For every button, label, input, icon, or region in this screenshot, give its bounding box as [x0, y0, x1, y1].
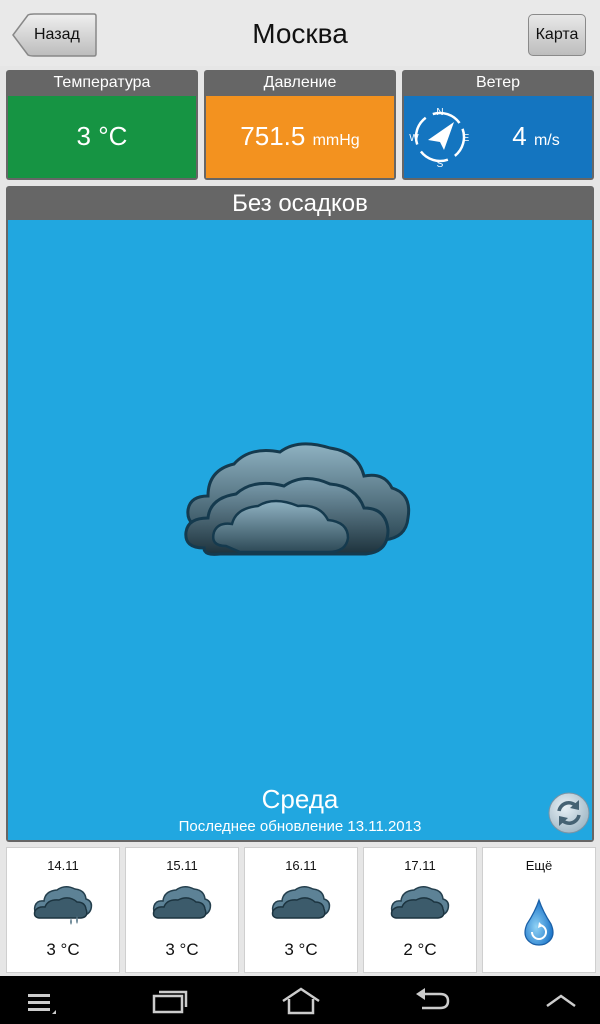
forecast-date: 14.11	[47, 858, 79, 873]
cloud-icon	[390, 886, 450, 919]
forecast-day[interactable]: 14.11 3 °C	[7, 848, 119, 972]
pressure-value: 751.5 mmHg	[240, 121, 360, 151]
svg-text:N: N	[436, 107, 443, 118]
current-weather-panel: Без осадков Среда Последнее обновление 1…	[6, 186, 594, 842]
app-header: Назад Москва Карта	[0, 0, 600, 66]
temperature-card: Температура 3 °C	[6, 70, 198, 180]
cloud-icon	[271, 886, 331, 919]
weekday-label: Среда	[261, 784, 339, 814]
pressure-caption: Давление	[263, 74, 337, 91]
forecast-day[interactable]: 17.11 2 °C	[364, 848, 476, 972]
last-updated-label: Последнее обновление 13.11.2013	[178, 818, 422, 835]
temperature-caption: Температура	[53, 74, 151, 91]
forecast-temp: 2 °C	[403, 940, 437, 959]
temperature-value: 3 °C	[76, 121, 128, 151]
recent-apps-icon[interactable]	[150, 988, 190, 1014]
forecast-day[interactable]: 15.11 3 °C	[126, 848, 238, 972]
pressure-panel: 751.5 mmHg	[206, 96, 394, 178]
refresh-icon	[548, 792, 590, 834]
more-label: Ещё	[525, 858, 553, 873]
current-weather-sky: Среда Последнее обновление 13.11.2013	[8, 220, 592, 840]
map-button[interactable]: Карта	[528, 14, 586, 56]
wind-value: 4 m/s	[512, 121, 560, 151]
refresh-button[interactable]	[548, 792, 590, 834]
forecast-day[interactable]: 16.11 3 °C	[245, 848, 357, 972]
forecast-temp: 3 °C	[165, 940, 199, 959]
forecast-date: 15.11	[166, 858, 198, 873]
cloud-icon	[152, 886, 212, 919]
svg-text:S: S	[437, 159, 444, 170]
water-drop-icon	[524, 898, 554, 946]
back-icon[interactable]	[412, 986, 452, 1014]
temperature-panel: 3 °C	[8, 96, 196, 178]
cloud-rain-icon	[33, 886, 93, 925]
chevron-up-icon[interactable]	[544, 990, 578, 1010]
home-icon[interactable]	[280, 986, 322, 1016]
forecast-temp: 3 °C	[46, 940, 80, 959]
wind-caption: Ветер	[476, 74, 520, 91]
forecast-temp: 3 °C	[284, 940, 318, 959]
wind-card: Ветер N E S W 4 m/s	[402, 70, 594, 180]
svg-text:W: W	[409, 133, 419, 144]
system-navigation-bar	[0, 976, 600, 1024]
pressure-card: Давление 751.5 mmHg	[204, 70, 396, 180]
condition-label: Без осадков	[232, 190, 368, 217]
wind-panel: N E S W 4 m/s	[404, 96, 592, 178]
cloud-icon	[184, 442, 411, 556]
svg-text:E: E	[463, 133, 470, 144]
forecast-date: 17.11	[404, 858, 436, 873]
compass-icon: N E S W	[409, 107, 470, 170]
menu-icon[interactable]	[26, 990, 58, 1016]
forecast-date: 16.11	[285, 858, 317, 873]
page-title: Москва	[252, 18, 348, 49]
more-forecast-button[interactable]: Ещё	[483, 848, 595, 972]
